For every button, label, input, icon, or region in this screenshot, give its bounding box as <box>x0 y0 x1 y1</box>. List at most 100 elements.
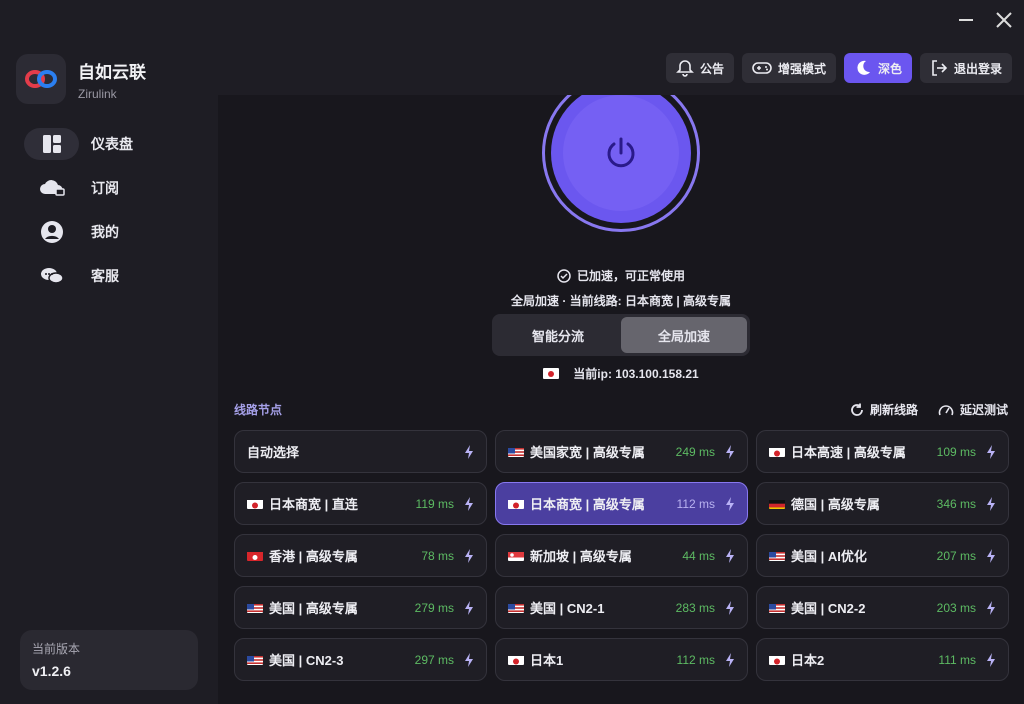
node-name: 美国 | CN2-1 <box>530 601 605 616</box>
node-card[interactable]: 美国 | CN2-3 297 ms <box>234 638 487 681</box>
latency-test-label: 延迟测试 <box>959 403 1008 417</box>
node-latency: 203 ms <box>936 600 976 615</box>
node-latency: 112 ms <box>676 652 715 667</box>
node-card[interactable]: 日本商宽 | 高级专属 112 ms <box>495 482 748 525</box>
nodes-header: 线路节点 刷新线路 延迟测试 <box>234 401 1008 418</box>
sidebar-item-profile[interactable]: 我的 <box>24 216 194 248</box>
sidebar-item-subscription[interactable]: 订阅 <box>24 172 194 204</box>
node-name: 日本商宽 | 高级专属 <box>530 497 645 512</box>
lightning-icon <box>464 600 474 615</box>
lightning-icon <box>986 548 996 563</box>
minimize-button[interactable] <box>954 8 978 32</box>
node-name: 美国家宽 | 高级专属 <box>530 445 645 460</box>
lightning-icon <box>986 652 996 667</box>
latency-test-button[interactable]: 延迟测试 <box>938 401 1008 418</box>
node-card[interactable]: 美国 | AI优化 207 ms <box>756 534 1009 577</box>
power-ring <box>542 95 700 232</box>
brand: 自如云联 Zirulink <box>16 54 146 104</box>
smart-routing-button[interactable]: 智能分流 <box>495 317 621 353</box>
sidebar-item-label: 订阅 <box>91 180 119 196</box>
lightning-icon <box>725 600 735 615</box>
version-label: 当前版本 <box>32 642 81 656</box>
node-card[interactable]: 美国家宽 | 高级专属 249 ms <box>495 430 748 473</box>
sg-flag-icon <box>508 550 524 561</box>
lightning-icon <box>725 548 735 563</box>
node-card[interactable]: 美国 | CN2-1 283 ms <box>495 586 748 629</box>
node-latency: 109 ms <box>936 444 976 459</box>
chat-icon <box>24 260 79 292</box>
us-flag-icon <box>247 654 263 665</box>
us-flag-icon <box>508 446 524 457</box>
sidebar: 自如云联 Zirulink 仪表盘 订阅 我的 客服 当前版本 v1.2.6 <box>0 40 218 704</box>
app-logo-icon <box>16 54 66 104</box>
node-card[interactable]: 美国 | CN2-2 203 ms <box>756 586 1009 629</box>
node-name: 香港 | 高级专属 <box>269 549 358 564</box>
notice-label: 公告 <box>699 61 724 76</box>
node-name: 日本1 <box>530 653 564 668</box>
node-latency: 112 ms <box>676 496 715 511</box>
refresh-nodes-button[interactable]: 刷新线路 <box>850 401 918 418</box>
us-flag-icon <box>769 550 785 561</box>
dashboard-icon <box>24 128 79 160</box>
node-name: 日本高速 | 高级专属 <box>791 445 906 460</box>
node-card[interactable]: 美国 | 高级专属 279 ms <box>234 586 487 629</box>
sidebar-nav: 仪表盘 订阅 我的 客服 <box>24 128 194 304</box>
lightning-icon <box>464 444 474 459</box>
node-card[interactable]: 新加坡 | 高级专属 44 ms <box>495 534 748 577</box>
global-acceleration-button[interactable]: 全局加速 <box>621 317 747 353</box>
node-card[interactable]: 日本2 111 ms <box>756 638 1009 681</box>
jp-flag-icon <box>543 368 560 379</box>
lightning-icon <box>725 444 735 459</box>
logout-button[interactable]: 退出登录 <box>919 53 1012 83</box>
jp-flag-icon <box>247 498 263 509</box>
close-button[interactable] <box>992 8 1016 32</box>
node-latency: 78 ms <box>421 548 454 563</box>
power-button[interactable] <box>563 95 679 211</box>
sidebar-item-label: 仪表盘 <box>91 136 133 152</box>
cloud-cart-icon <box>24 172 79 204</box>
main-panel: 已加速，可正常使用 全局加速 · 当前线路: 日本商宽 | 高级专属 智能分流 … <box>218 95 1024 704</box>
node-card[interactable]: 日本商宽 | 直连 119 ms <box>234 482 487 525</box>
lightning-icon <box>464 496 474 511</box>
node-name: 日本商宽 | 直连 <box>269 497 358 512</box>
app-subtitle: Zirulink <box>78 86 117 101</box>
lightning-icon <box>464 548 474 563</box>
sidebar-item-dashboard[interactable]: 仪表盘 <box>24 128 133 160</box>
mode-switch: 智能分流 全局加速 <box>492 314 750 356</box>
node-latency: 279 ms <box>414 600 454 615</box>
lightning-icon <box>725 496 735 511</box>
jp-flag-icon <box>508 498 524 509</box>
us-flag-icon <box>769 602 785 613</box>
current-ip: 当前ip: 103.100.158.21 <box>218 365 1024 382</box>
notice-button[interactable]: 公告 <box>665 53 734 83</box>
jp-flag-icon <box>508 654 524 665</box>
user-icon <box>24 216 79 248</box>
enhanced-mode-label: 增强模式 <box>777 61 826 76</box>
us-flag-icon <box>508 602 524 613</box>
node-card[interactable]: 日本1 112 ms <box>495 638 748 681</box>
node-card[interactable]: 德国 | 高级专属 346 ms <box>756 482 1009 525</box>
connection-status: 已加速，可正常使用 全局加速 · 当前线路: 日本商宽 | 高级专属 <box>218 267 1024 309</box>
bell-icon <box>676 60 694 77</box>
jp-flag-icon <box>769 446 785 457</box>
node-grid: 自动选择 美国家宽 | 高级专属 249 ms 日本高速 | 高级专属 109 ms 日本… <box>234 430 1009 681</box>
node-card[interactable]: 香港 | 高级专属 78 ms <box>234 534 487 577</box>
enhanced-mode-button[interactable]: 增强模式 <box>741 53 836 83</box>
speedometer-icon <box>938 404 954 415</box>
node-latency: 346 ms <box>936 496 976 511</box>
node-latency: 119 ms <box>415 496 454 511</box>
node-card[interactable]: 自动选择 <box>234 430 487 473</box>
lightning-icon <box>725 652 735 667</box>
node-card[interactable]: 日本高速 | 高级专属 109 ms <box>756 430 1009 473</box>
node-name: 美国 | CN2-3 <box>269 653 344 668</box>
sidebar-item-label: 我的 <box>91 224 119 240</box>
refresh-nodes-label: 刷新线路 <box>869 403 918 417</box>
sidebar-item-support[interactable]: 客服 <box>24 260 194 292</box>
node-latency: 283 ms <box>675 600 715 615</box>
node-name: 美国 | AI优化 <box>791 549 867 564</box>
node-latency: 207 ms <box>936 548 976 563</box>
node-name: 自动选择 <box>247 445 300 460</box>
dark-theme-button[interactable]: 深色 <box>843 53 912 83</box>
lightning-icon <box>464 652 474 667</box>
status-text: 已加速，可正常使用 <box>576 269 685 283</box>
